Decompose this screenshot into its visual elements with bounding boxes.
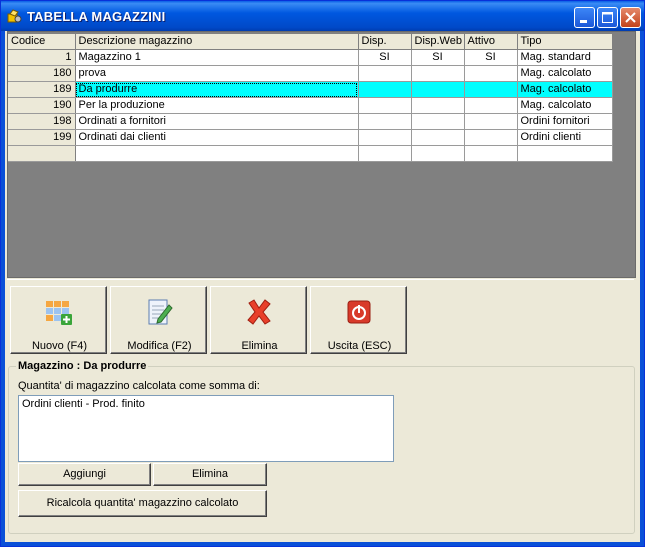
- cell-tipo[interactable]: Ordini clienti: [517, 129, 613, 146]
- cell-codice[interactable]: 189: [8, 81, 76, 98]
- cell-descrizione[interactable]: [75, 145, 359, 162]
- action-toolbar: Nuovo (F4) Modifica (F2) Elimina Uscita …: [7, 279, 634, 359]
- delete-button[interactable]: Elimina: [210, 286, 307, 354]
- red-x-icon: [247, 299, 271, 325]
- column-header-disp-web[interactable]: Disp.Web: [411, 34, 465, 50]
- cell-attivo[interactable]: [464, 129, 518, 146]
- remove-button[interactable]: Elimina: [153, 463, 267, 486]
- new-button[interactable]: Nuovo (F4): [10, 286, 107, 354]
- cell-disp-web[interactable]: [411, 129, 465, 146]
- cell-tipo[interactable]: [517, 145, 613, 162]
- cell-codice[interactable]: 198: [8, 113, 76, 130]
- cell-disp-web[interactable]: [411, 81, 465, 98]
- cell-descrizione[interactable]: Ordinati dai clienti: [75, 129, 359, 146]
- table-row[interactable]: 1 Magazzino 1 SI SI SI Mag. standard: [8, 49, 613, 66]
- window-frame-bottom: [1, 542, 644, 546]
- cell-disp-web[interactable]: SI: [411, 49, 465, 66]
- warehouse-grid[interactable]: Codice Descrizione magazzino Disp. Disp.…: [8, 34, 613, 162]
- cell-disp[interactable]: SI: [358, 49, 412, 66]
- table-row[interactable]: 190 Per la produzione Mag. calcolato: [8, 97, 613, 114]
- cell-disp[interactable]: [358, 97, 412, 114]
- app-icon: [7, 9, 22, 23]
- cell-descrizione[interactable]: Magazzino 1: [75, 49, 359, 66]
- cell-codice[interactable]: 180: [8, 65, 76, 82]
- exit-button-label: Uscita (ESC): [327, 340, 392, 352]
- grid-add-icon: [46, 301, 72, 325]
- cell-disp-web[interactable]: [411, 65, 465, 82]
- cell-tipo[interactable]: Mag. standard: [517, 49, 613, 66]
- edit-button-label: Modifica (F2): [127, 340, 192, 352]
- cell-tipo[interactable]: Mag. calcolato: [517, 97, 613, 114]
- new-button-label: Nuovo (F4): [31, 340, 88, 352]
- add-button[interactable]: Aggiungi: [18, 463, 151, 486]
- cell-attivo[interactable]: [464, 113, 518, 130]
- cell-tipo[interactable]: Ordini fornitori: [517, 113, 613, 130]
- cell-codice[interactable]: 1: [8, 49, 76, 66]
- column-header-disp[interactable]: Disp.: [358, 34, 412, 50]
- delete-button-label: Elimina: [241, 340, 278, 352]
- cell-descrizione[interactable]: prova: [75, 65, 359, 82]
- recalc-button[interactable]: Ricalcola quantita' magazzino calcolato: [18, 490, 267, 517]
- cell-codice[interactable]: 190: [8, 97, 76, 114]
- cell-codice[interactable]: [8, 145, 76, 162]
- column-header-descrizione[interactable]: Descrizione magazzino: [75, 34, 359, 50]
- title-bar[interactable]: TABELLA MAGAZZINI: [1, 1, 644, 31]
- sum-sources-listbox[interactable]: Ordini clienti - Prod. finito: [18, 395, 394, 462]
- cell-codice[interactable]: 199: [8, 129, 76, 146]
- cell-disp[interactable]: [358, 81, 412, 98]
- cell-disp[interactable]: [358, 113, 412, 130]
- window-frame-right: [640, 31, 644, 546]
- minimize-button[interactable]: [574, 7, 595, 28]
- maximize-icon: [602, 12, 613, 23]
- cell-tipo[interactable]: Mag. calcolato: [517, 65, 613, 82]
- cell-disp-web[interactable]: [411, 113, 465, 130]
- column-header-tipo[interactable]: Tipo: [517, 34, 613, 50]
- notepad-pencil-icon: [148, 299, 173, 325]
- edit-button[interactable]: Modifica (F2): [110, 286, 207, 354]
- cell-attivo[interactable]: [464, 145, 518, 162]
- cell-disp[interactable]: [358, 145, 412, 162]
- list-item[interactable]: Ordini clienti - Prod. finito: [19, 396, 393, 412]
- cell-descrizione[interactable]: Ordinati a fornitori: [75, 113, 359, 130]
- table-row[interactable]: 199 Ordinati dai clienti Ordini clienti: [8, 129, 613, 146]
- sum-label: Quantita' di magazzino calcolata come so…: [18, 380, 260, 392]
- table-row[interactable]: 180 prova Mag. calcolato: [8, 65, 613, 82]
- cell-attivo[interactable]: [464, 81, 518, 98]
- warehouse-grid-area[interactable]: Codice Descrizione magazzino Disp. Disp.…: [7, 31, 636, 278]
- cell-disp-web[interactable]: [411, 145, 465, 162]
- cell-attivo[interactable]: [464, 97, 518, 114]
- cell-disp-web[interactable]: [411, 97, 465, 114]
- minimize-icon: [580, 20, 587, 23]
- cell-tipo[interactable]: Mag. calcolato: [517, 81, 613, 98]
- cell-descrizione[interactable]: Per la produzione: [75, 97, 359, 114]
- maximize-button[interactable]: [597, 7, 618, 28]
- detail-group-title: Magazzino : Da produrre: [16, 360, 149, 372]
- table-row-selected[interactable]: 189 Da produrre Mag. calcolato: [8, 81, 613, 98]
- column-header-codice[interactable]: Codice: [8, 34, 76, 50]
- grid-header-row: Codice Descrizione magazzino Disp. Disp.…: [8, 34, 613, 50]
- close-icon: [625, 12, 636, 23]
- cell-attivo[interactable]: SI: [464, 49, 518, 66]
- table-row-empty[interactable]: [8, 145, 613, 162]
- table-row[interactable]: 198 Ordinati a fornitori Ordini fornitor…: [8, 113, 613, 130]
- window-title: TABELLA MAGAZZINI: [27, 9, 166, 24]
- cell-descrizione[interactable]: Da produrre: [75, 81, 359, 98]
- power-icon: [347, 300, 371, 324]
- cell-disp[interactable]: [358, 65, 412, 82]
- window-frame-left: [1, 31, 5, 546]
- cell-disp[interactable]: [358, 129, 412, 146]
- close-button[interactable]: [620, 7, 641, 28]
- exit-button[interactable]: Uscita (ESC): [310, 286, 407, 354]
- column-header-attivo[interactable]: Attivo: [464, 34, 518, 50]
- cell-attivo[interactable]: [464, 65, 518, 82]
